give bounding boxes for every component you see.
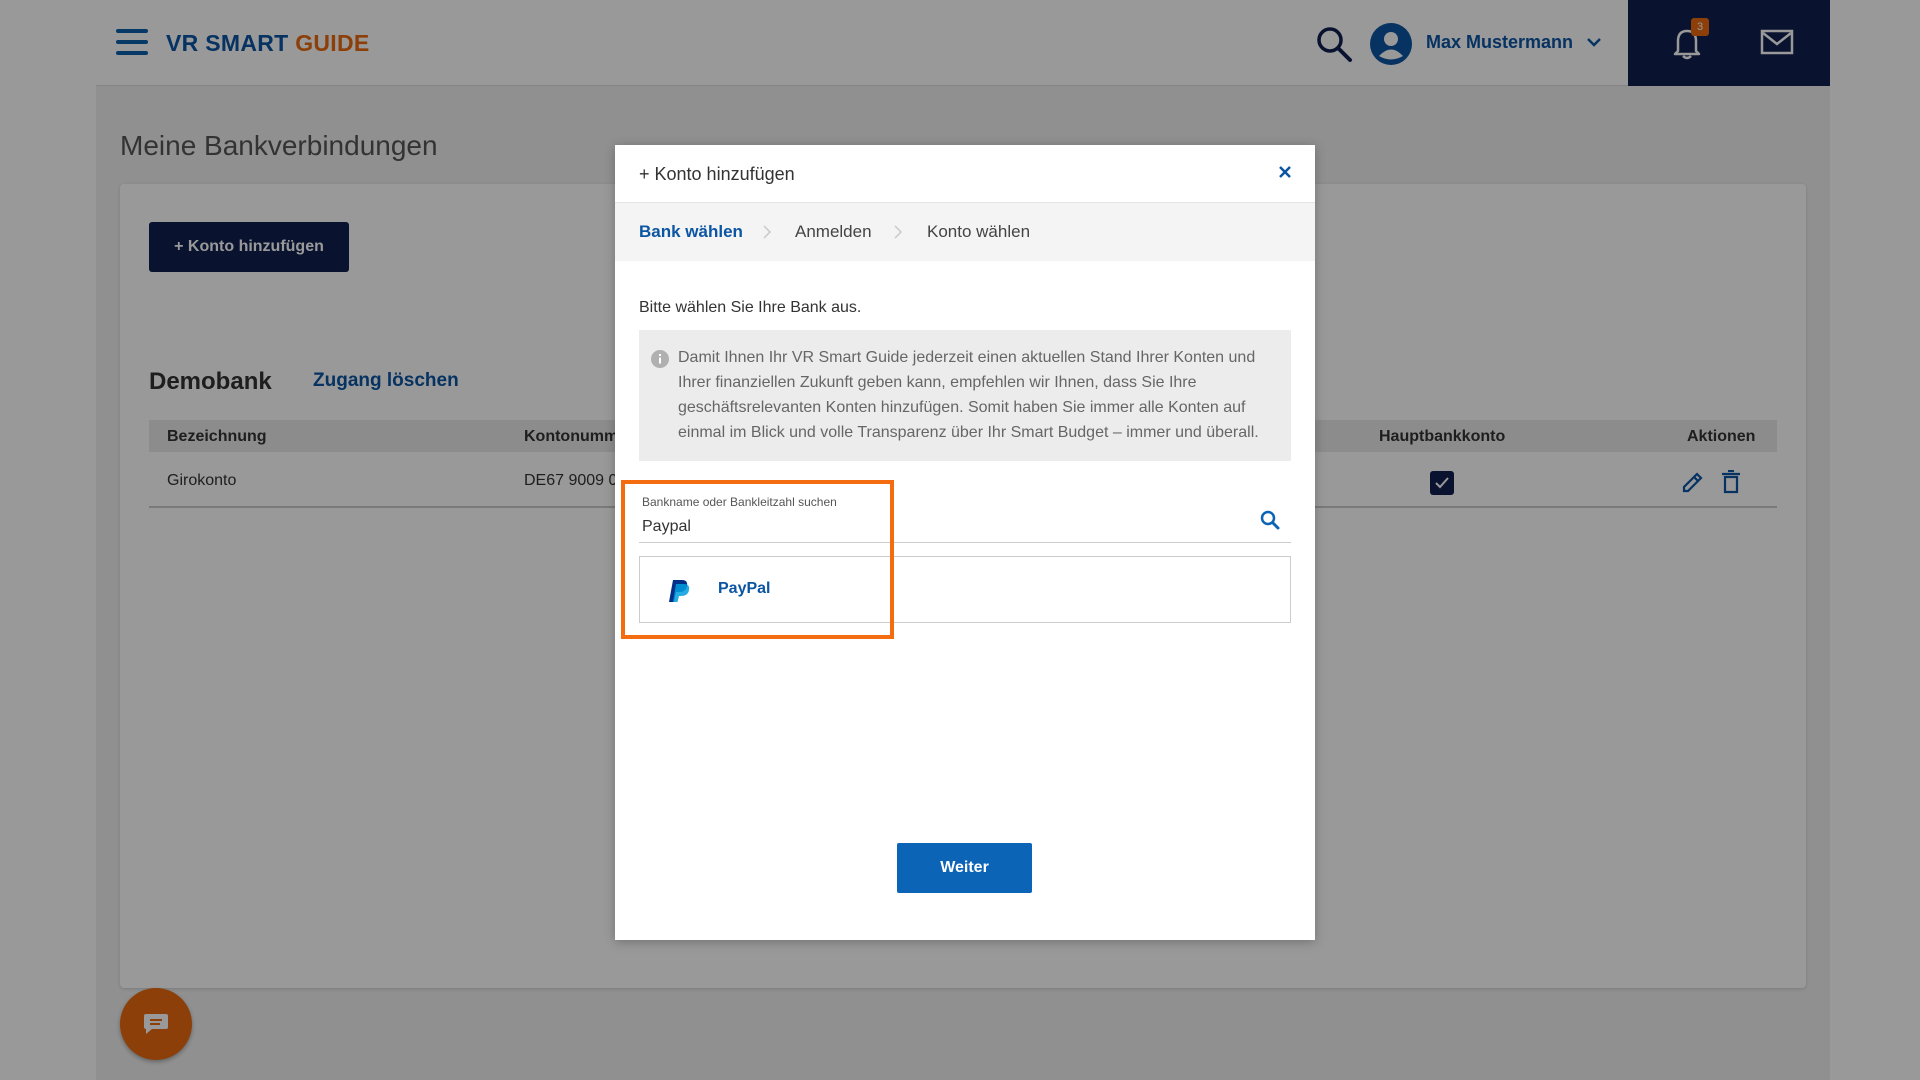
add-account-dialog: + Konto hinzufügen Bank wählen Anmelden … — [615, 145, 1315, 940]
dialog-title: + Konto hinzufügen — [639, 164, 795, 184]
bank-result-item[interactable]: PayPal — [639, 556, 1291, 623]
step-konto-waehlen[interactable]: Konto wählen — [927, 222, 1030, 242]
search-icon[interactable] — [1259, 509, 1281, 531]
dialog-header: + Konto hinzufügen — [615, 145, 1315, 203]
info-text: Damit Ihnen Ihr VR Smart Guide jederzeit… — [678, 349, 1259, 441]
chevron-right-icon — [763, 225, 772, 239]
bank-search-input[interactable] — [642, 514, 1242, 540]
bank-result-name: PayPal — [718, 580, 771, 597]
bank-select-prompt: Bitte wählen Sie Ihre Bank aus. — [639, 299, 862, 316]
paypal-icon — [669, 580, 690, 602]
info-icon — [651, 350, 669, 368]
info-box: Damit Ihnen Ihr VR Smart Guide jederzeit… — [639, 330, 1291, 461]
next-button[interactable]: Weiter — [897, 843, 1032, 893]
step-bank-waehlen[interactable]: Bank wählen — [639, 222, 743, 242]
step-anmelden[interactable]: Anmelden — [795, 222, 872, 242]
search-underline — [639, 542, 1291, 543]
chevron-right-icon — [894, 225, 903, 239]
search-label: Bankname oder Bankleitzahl suchen — [642, 495, 837, 509]
wizard-steps: Bank wählen Anmelden Konto wählen — [615, 203, 1315, 261]
close-icon[interactable] — [1274, 161, 1296, 183]
